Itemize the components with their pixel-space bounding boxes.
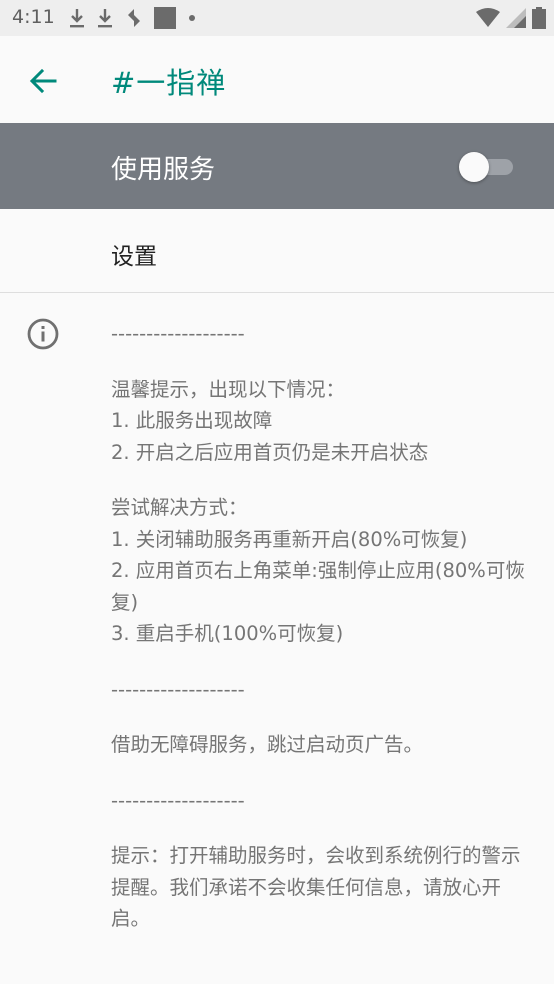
- wifi-icon: [476, 8, 500, 27]
- use-service-row[interactable]: 使用服务: [0, 123, 554, 209]
- status-bar: 4:11: [0, 0, 554, 36]
- tip-title: 温馨提示，出现以下情况：: [111, 377, 346, 401]
- purpose-text: 借助无障碍服务，跳过启动页广告。: [111, 733, 424, 756]
- service-toggle[interactable]: [459, 150, 515, 182]
- tip-item: 2. 开启之后应用首页仍是未开启状态: [111, 440, 429, 464]
- back-button[interactable]: [20, 58, 66, 104]
- status-time: 4:11: [12, 6, 55, 28]
- dot-icon: [189, 15, 195, 21]
- notification-icons: [68, 7, 198, 29]
- divider-text: -------------------: [111, 322, 245, 345]
- download-icon: [98, 9, 112, 28]
- square-icon: [154, 7, 176, 29]
- arrow-back-icon: [29, 68, 57, 94]
- divider-text: -------------------: [111, 677, 245, 701]
- notice-text: 提示：打开辅助服务时，会收到系统例行的警示提醒。我们承诺不会收集任何信息，请放心…: [111, 844, 521, 930]
- toggle-thumb: [459, 152, 489, 182]
- solve-item: 2. 应用首页右上角菜单:强制停止应用(80%可恢复): [111, 559, 525, 614]
- info-text: ------------------- 温馨提示，出现以下情况： 1. 此服务出…: [111, 318, 531, 935]
- use-service-label: 使用服务: [111, 155, 216, 185]
- divider-text: -------------------: [111, 788, 245, 812]
- signal-icon: [506, 8, 526, 28]
- info-icon: [27, 318, 59, 350]
- settings-row[interactable]: 设置: [0, 209, 554, 293]
- battery-icon: [532, 7, 546, 29]
- solve-item: 3. 重启手机(100%可恢复): [111, 622, 344, 645]
- solve-item: 1. 关闭辅助服务再重新开启(80%可恢复): [111, 527, 468, 551]
- sync-icon: [128, 9, 140, 27]
- solve-title: 尝试解决方式：: [111, 496, 248, 519]
- page-title: #一指禅: [111, 66, 227, 100]
- app-bar: #一指禅: [0, 36, 554, 123]
- tip-item: 1. 此服务出现故障: [111, 409, 273, 432]
- settings-label: 设置: [111, 244, 157, 270]
- download-icon: [70, 9, 84, 28]
- system-icons: [476, 7, 546, 29]
